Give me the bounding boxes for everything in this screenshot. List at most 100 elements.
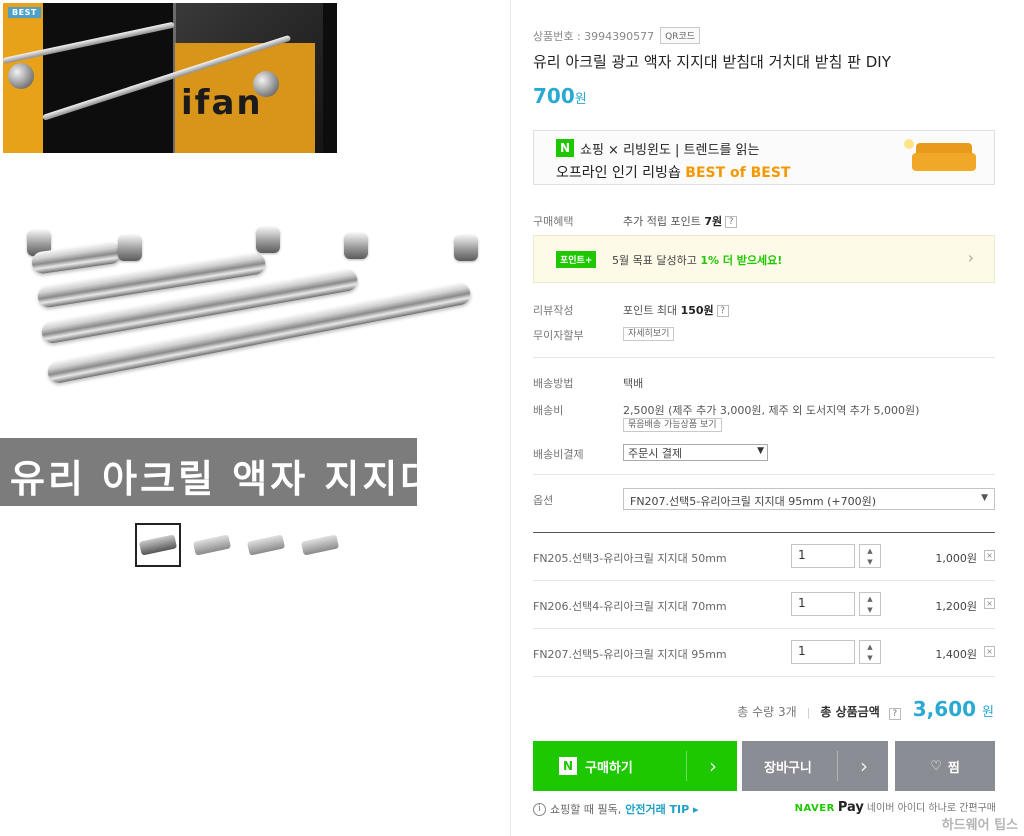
quantity-input[interactable]: 1 [791,640,855,664]
chevron-right-icon: › [967,248,974,267]
banner-line-2: 오프라인 인기 리빙숍 BEST of BEST [556,162,790,182]
selected-item-row: FN206.선택4-유리아크릴 지지대 70mm 1 ▲ ▼ 1,200원 × [533,582,995,628]
photo-logo-text: ifan [181,83,263,123]
safe-trade-row: i 쇼핑할 때 필독, 안전거래 TIP ▸ [533,801,699,817]
info-icon: i [533,802,546,816]
review-value-text: 포인트 최대 [623,304,681,317]
naver-logo: NAVER [794,803,835,814]
heart-icon: ♡ [930,758,942,774]
chevron-right-icon: › [860,754,868,778]
purchase-benefit-value: 추가 적립 포인트 7원? [623,213,738,229]
selected-item-name: FN206.선택4-유리아크릴 지지대 70mm [533,600,727,613]
thumbnail-2[interactable] [189,523,235,567]
bundle-products-button[interactable]: 묶음배송 가능상품 보기 [623,418,722,432]
selected-item-price: 1,400원 [935,648,977,661]
remove-item-icon[interactable]: × [984,598,995,609]
cart-button[interactable]: 장바구니 › [742,741,888,791]
quantity-stepper[interactable]: ▲ ▼ [859,544,881,568]
buy-button[interactable]: N 구매하기 › [533,741,737,791]
sofa-seat [912,153,976,171]
selected-item-price: 1,200원 [935,600,977,613]
price: 700원 [533,84,587,108]
increase-icon[interactable]: ▲ [867,643,872,651]
divider [533,580,995,581]
decrease-icon[interactable]: ▼ [867,654,872,662]
shipping-fee-label: 배송비 [533,404,564,417]
living-window-banner[interactable]: N 쇼핑 × 리빙윈도 | 트렌드를 읽는 오프라인 인기 리빙숍 BEST o… [533,130,995,185]
review-value: 포인트 최대 150원? [623,302,729,318]
point-promo-text: 5월 목표 달성하고 1% 더 받으세요! [612,252,782,268]
dropdown-arrow-icon: ▼ [757,446,764,456]
thumbnail-4[interactable] [297,523,343,567]
shipping-fee-value: 2,500원 (제주 추가 3,000원, 제주 외 도서지역 추가 5,000… [623,404,920,417]
shipping-method-label: 배송방법 [533,377,574,390]
caption-text: 유리 아크릴 액자 지지대 [10,457,439,501]
thumbnail-image [246,534,286,556]
rod-cap [256,227,280,253]
safe-trade-tip-link[interactable]: 안전거래 TIP ▸ [625,801,698,817]
help-icon[interactable]: ? [716,305,729,317]
remove-item-icon[interactable]: × [984,646,995,657]
naver-pay-notice: NAVER Pay 네이버 아이디 하나로 간편구매 [795,799,996,815]
photo-rod-cap [253,71,279,97]
product-number-row: 상품번호 : 3994390577 QR코드 [533,27,701,44]
product-title: 유리 아크릴 광고 액자 지지대 받침대 거치대 받침 판 DIY [533,53,891,71]
installment-detail-button[interactable]: 자세히보기 [623,327,675,341]
wish-button-label: 찜 [947,760,960,776]
banner-highlight: BEST of BEST [685,165,791,181]
quantity-input[interactable]: 1 [791,544,855,568]
purchase-benefit-text: 추가 적립 포인트 [623,215,705,228]
increase-icon[interactable]: ▲ [867,595,872,603]
thumbnail-image [300,534,340,556]
total-label: 총 상품금액 [820,705,880,719]
installment-label: 무이자할부 [533,329,584,342]
thumbnail-3[interactable] [243,523,289,567]
bundle-button-wrap: 묶음배송 가능상품 보기 [623,417,722,432]
selected-item-name: FN205.선택3-유리아크릴 지지대 50mm [533,552,727,565]
purchase-benefit-points: 7원 [704,215,723,228]
rods-photo [0,195,506,425]
help-icon[interactable]: ? [888,708,901,720]
selected-item-row: FN207.선택5-유리아크릴 지지대 95mm 1 ▲ ▼ 1,400원 × [533,630,995,676]
qr-code-button[interactable]: QR코드 [660,27,701,44]
point-promo-text-main: 5월 목표 달성하고 [612,254,701,267]
divider [533,357,995,358]
wish-button[interactable]: ♡ 찜 [895,741,995,791]
divider [533,532,995,533]
naver-pay-text: 네이버 아이디 하나로 간편구매 [866,803,996,814]
best-badge: BEST [8,7,41,18]
help-icon[interactable]: ? [725,216,738,228]
main-product-photo[interactable]: ifan BEST [3,3,337,153]
review-label: 리뷰작성 [533,304,574,317]
thumbnail-image [138,534,178,556]
option-label: 옵션 [533,494,554,507]
dropdown-arrow-icon: ▼ [981,493,988,503]
point-promo-box[interactable]: 포인트+ 5월 목표 달성하고 1% 더 받으세요! › [533,235,995,283]
thumbnail-1[interactable] [135,523,181,567]
safe-trade-tip-label: 안전거래 TIP [625,803,690,816]
review-value-points: 150원 [680,304,714,317]
quantity-stepper[interactable]: ▲ ▼ [859,592,881,616]
quantity-input[interactable]: 1 [791,592,855,616]
point-plus-badge: 포인트+ [556,251,597,268]
shipping-payment-label: 배송비결제 [533,448,584,461]
quantity-stepper[interactable]: ▲ ▼ [859,640,881,664]
rod-cap [344,233,368,259]
shipping-payment-select[interactable]: 주문시 결제 ▼ [623,444,768,461]
selected-item-price: 1,000원 [935,552,977,565]
decrease-icon[interactable]: ▼ [867,558,872,566]
naver-n-icon: N [559,757,577,775]
rod-cap [454,235,478,261]
total-row: 총 수량 3개 | 총 상품금액 ? 3,600 원 [737,697,994,721]
divider [533,628,995,629]
remove-item-icon[interactable]: × [984,550,995,561]
total-amount: 3,600 [912,697,977,721]
option-select[interactable]: FN207.선택5-유리아크릴 지지대 95mm (+700원) ▼ [623,488,995,510]
product-gallery: ifan BEST 유리 아크릴 액자 지지대 [0,0,506,836]
decrease-icon[interactable]: ▼ [867,606,872,614]
thumbnail-list [135,523,343,567]
divider [533,676,995,677]
increase-icon[interactable]: ▲ [867,547,872,555]
caption-banner: 유리 아크릴 액자 지지대 [0,438,435,506]
selected-item-row: FN205.선택3-유리아크릴 지지대 50mm 1 ▲ ▼ 1,000원 × [533,534,995,580]
